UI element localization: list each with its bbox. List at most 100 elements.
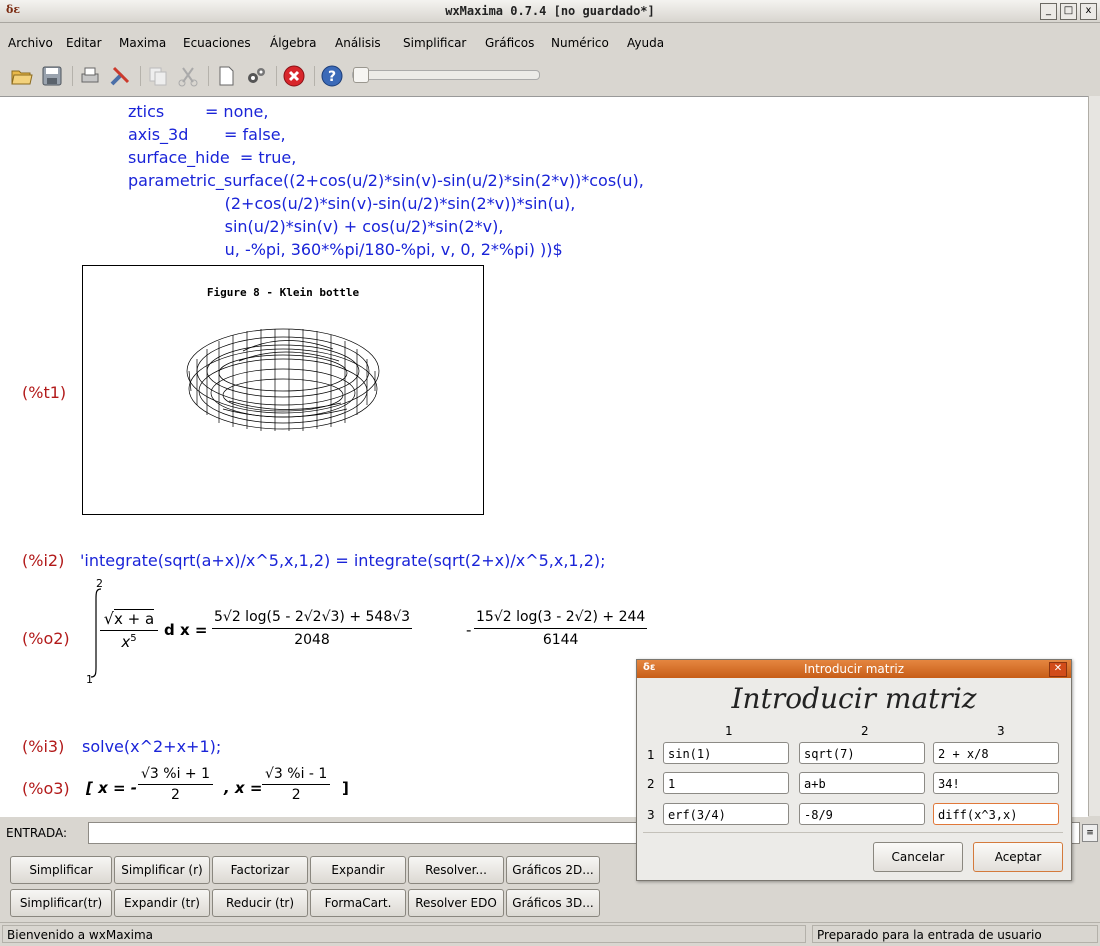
i3-label: (%i3) xyxy=(22,737,65,756)
matrix-cell-2-2[interactable]: a+b xyxy=(799,772,925,794)
menu-maxima[interactable]: Maxima xyxy=(119,36,166,50)
menu-editar[interactable]: Editar xyxy=(66,36,102,50)
matrix-cell-2-3[interactable]: 34! xyxy=(933,772,1059,794)
plot-title: Figure 8 - Klein bottle xyxy=(206,286,360,299)
entrada-label: ENTRADA: xyxy=(6,826,68,840)
o3-fraction-2-denominator: 2 xyxy=(291,787,301,803)
o3-label: (%o3) xyxy=(22,779,70,798)
history-toggle-icon[interactable]: ≡ xyxy=(1082,824,1098,842)
interrupt-gears-icon[interactable] xyxy=(244,64,268,88)
toolbar: ? xyxy=(0,60,1100,92)
o3-open: [ x = - xyxy=(86,779,137,797)
worksheet-scrollbar[interactable] xyxy=(1088,96,1100,816)
matrix-cell-2-1[interactable]: 1 xyxy=(663,772,789,794)
simplificar-tr-button[interactable]: Simplificar(tr) xyxy=(10,889,112,917)
open-folder-icon[interactable] xyxy=(10,64,34,88)
preferences-tools-icon[interactable] xyxy=(108,64,132,88)
slider-handle[interactable] xyxy=(353,67,369,83)
expandir-button[interactable]: Expandir xyxy=(310,856,406,884)
close-window-button[interactable]: x xyxy=(1080,3,1097,20)
row-header: 2 xyxy=(647,777,655,791)
print-icon[interactable] xyxy=(78,64,102,88)
column-header: 2 xyxy=(861,724,869,738)
row-header: 3 xyxy=(647,808,655,822)
minus-sign: - xyxy=(466,621,472,639)
integrand-numerator: x + a xyxy=(114,609,155,628)
maximize-button[interactable]: □ xyxy=(1060,3,1077,20)
matrix-cell-3-3[interactable]: diff(x^3,x) xyxy=(933,803,1059,825)
menu-simplificar[interactable]: Simplificar xyxy=(403,36,466,50)
fraction-2-numerator: 15√2 log(3 - 2√2) + 244 xyxy=(474,609,648,629)
code-line: surface_hide = true, xyxy=(128,148,297,167)
o2-fraction-2: 15√2 log(3 - 2√2) + 244 6144 xyxy=(474,609,648,648)
cut-icon[interactable] xyxy=(176,64,200,88)
menu-numerico[interactable]: Numérico xyxy=(551,36,609,50)
dialog-heading: Introducir matriz xyxy=(731,682,977,715)
cancel-button[interactable]: Cancelar xyxy=(873,842,963,872)
menu-analisis[interactable]: Análisis xyxy=(335,36,381,50)
resolver-edo-button[interactable]: Resolver EDO xyxy=(408,889,504,917)
o2-label: (%o2) xyxy=(22,629,70,648)
code-line: parametric_surface((2+cos(u/2)*sin(v)-si… xyxy=(128,171,644,190)
reducir-tr-button[interactable]: Reducir (tr) xyxy=(212,889,308,917)
i2-input[interactable]: 'integrate(sqrt(a+x)/x^5,x,1,2) = integr… xyxy=(80,551,606,570)
dialog-separator xyxy=(643,832,1063,833)
integral-lower-limit: 1 xyxy=(86,673,93,686)
matrix-cell-1-1[interactable]: sin(1) xyxy=(663,742,789,764)
integrand: √x + a x5 xyxy=(100,609,158,651)
dialog-close-button[interactable]: ✕ xyxy=(1049,662,1067,677)
o2-output: 2 1 √x + a x5 d x = 5√2 log(5 - 2√2√3) +… xyxy=(84,577,704,687)
title-bar: δε wxMaxima 0.7.4 [no guardado*] _ □ x xyxy=(0,0,1100,23)
formacart-button[interactable]: FormaCart. xyxy=(310,889,406,917)
resolver-button[interactable]: Resolver... xyxy=(408,856,504,884)
o3-mid: , x = xyxy=(224,779,263,797)
status-bar: Bienvenido a wxMaxima Preparado para la … xyxy=(0,922,1100,946)
klein-bottle-surface xyxy=(186,328,380,431)
graficos-2d-button[interactable]: Gráficos 2D... xyxy=(506,856,600,884)
o3-close: ] xyxy=(342,779,349,797)
row-header: 1 xyxy=(647,748,655,762)
matrix-cell-1-2[interactable]: sqrt(7) xyxy=(799,742,925,764)
menu-ayuda[interactable]: Ayuda xyxy=(627,36,664,50)
i3-input[interactable]: solve(x^2+x+1); xyxy=(82,737,221,756)
column-header: 1 xyxy=(725,724,733,738)
matrix-cell-3-1[interactable]: erf(3/4) xyxy=(663,803,789,825)
factorizar-button[interactable]: Factorizar xyxy=(212,856,308,884)
integrand-denominator: x xyxy=(121,633,131,651)
o2-fraction-1: 5√2 log(5 - 2√2√3) + 548√3 2048 xyxy=(212,609,413,648)
new-cell-icon[interactable] xyxy=(214,64,238,88)
column-header: 3 xyxy=(997,724,1005,738)
matrix-cell-1-3[interactable]: 2 + x/8 xyxy=(933,742,1059,764)
save-icon[interactable] xyxy=(40,64,64,88)
o3-output: [ x = - √3 %i + 1 2 , x = √3 %i - 1 2 ] xyxy=(86,762,386,812)
accept-button[interactable]: Aceptar xyxy=(973,842,1063,872)
menu-archivo[interactable]: Archivo xyxy=(8,36,53,50)
copy-icon[interactable] xyxy=(146,64,170,88)
animation-slider[interactable] xyxy=(352,67,540,83)
window-title: wxMaxima 0.7.4 [no guardado*] xyxy=(445,4,655,18)
simplificar-r-button[interactable]: Simplificar (r) xyxy=(114,856,210,884)
menu-ecuaciones[interactable]: Ecuaciones xyxy=(183,36,251,50)
minimize-button[interactable]: _ xyxy=(1040,3,1057,20)
o3-fraction-1-denominator: 2 xyxy=(171,787,180,803)
stop-icon[interactable] xyxy=(282,64,306,88)
code-line: axis_3d = false, xyxy=(128,125,286,144)
dialog-logo-icon: δε xyxy=(643,662,656,673)
fraction-1-denominator: 2048 xyxy=(294,632,330,648)
matrix-cell-3-2[interactable]: -8/9 xyxy=(799,803,925,825)
o3-fraction-2-numerator: √3 %i - 1 xyxy=(262,766,331,785)
simplificar-button[interactable]: Simplificar xyxy=(10,856,112,884)
integrand-exponent: 5 xyxy=(130,633,137,644)
dialog-title: Introducir matriz xyxy=(637,660,1071,678)
dx-equals: d x = xyxy=(164,621,208,639)
menu-algebra[interactable]: Álgebra xyxy=(270,36,316,50)
klein-bottle-plot: Figure 8 - Klein bottle xyxy=(82,265,484,515)
fraction-2-denominator: 6144 xyxy=(542,632,579,648)
help-icon[interactable]: ? xyxy=(320,64,344,88)
menu-graficos[interactable]: Gráficos xyxy=(485,36,534,50)
status-state: Preparado para la entrada de usuario xyxy=(812,925,1098,943)
menu-bar: Archivo Editar Maxima Ecuaciones Álgebra… xyxy=(0,36,1100,58)
graficos-3d-button[interactable]: Gráficos 3D... xyxy=(506,889,600,917)
introducir-matriz-dialog: Introducir matriz δε ✕ Introducir matriz… xyxy=(636,659,1072,881)
expandir-tr-button[interactable]: Expandir (tr) xyxy=(114,889,210,917)
